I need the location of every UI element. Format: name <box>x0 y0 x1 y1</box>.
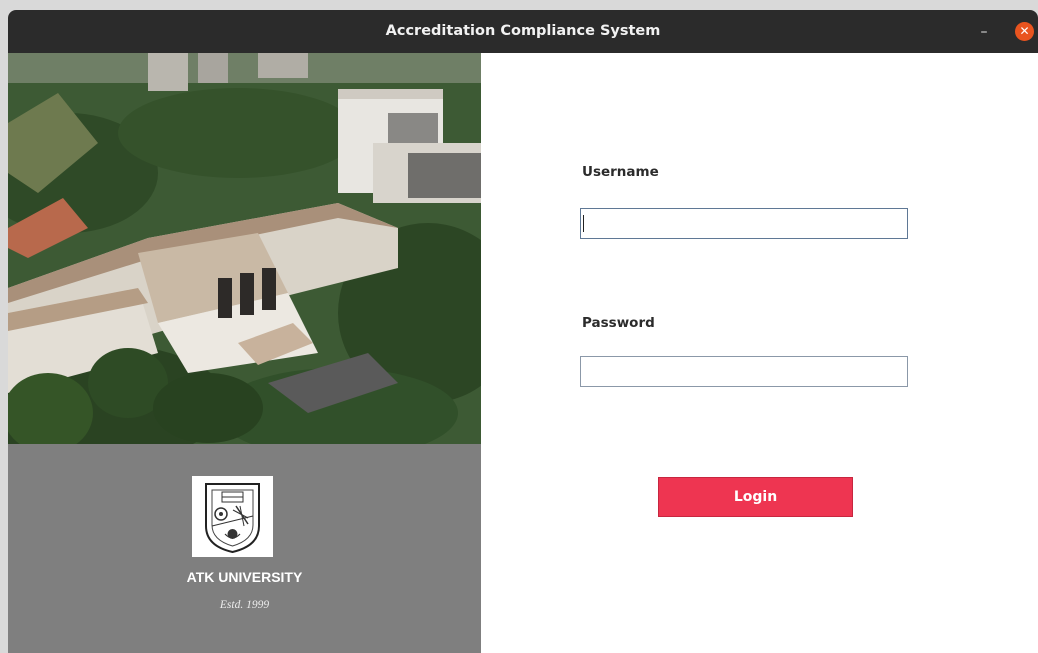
branding-panel: ATK UNIVERSITY Estd. 1999 <box>8 53 481 653</box>
title-bar[interactable]: Accreditation Compliance System – ✕ <box>8 10 1038 53</box>
aerial-campus-photo <box>8 53 481 444</box>
username-input[interactable] <box>580 208 908 239</box>
minimize-button[interactable]: – <box>974 22 994 42</box>
login-form: Username Password Login <box>481 53 1038 653</box>
university-name: ATK UNIVERSITY <box>186 569 303 585</box>
app-window: Accreditation Compliance System – ✕ ATK … <box>8 10 1038 653</box>
username-label: Username <box>582 164 659 180</box>
campus-photo <box>8 53 481 444</box>
password-input[interactable] <box>580 356 908 387</box>
window-title: Accreditation Compliance System <box>385 23 661 39</box>
university-crest-icon <box>192 476 273 557</box>
established-year: Estd. 1999 <box>219 599 270 611</box>
brand-block: ATK UNIVERSITY Estd. 1999 <box>8 444 481 653</box>
text-caret <box>583 215 584 232</box>
login-button[interactable]: Login <box>658 477 853 517</box>
password-label: Password <box>582 315 655 331</box>
close-button[interactable]: ✕ <box>1015 22 1034 41</box>
